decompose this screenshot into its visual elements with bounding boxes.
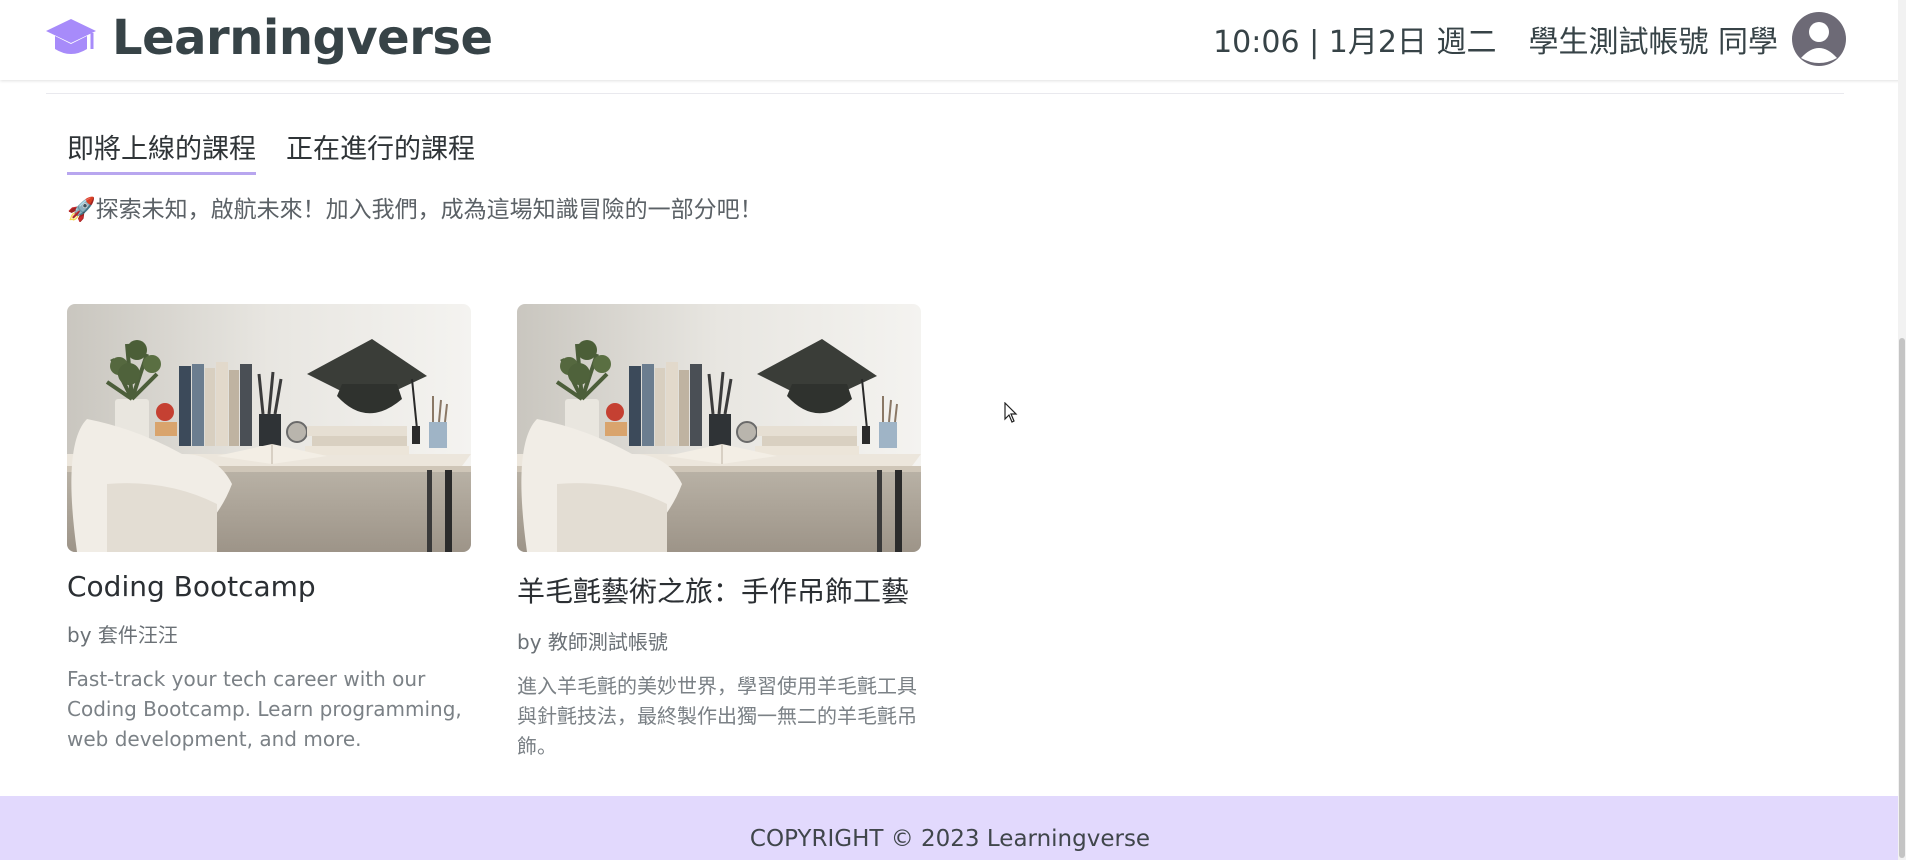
brand[interactable]: Learningverse [44, 10, 493, 66]
graduation-cap-icon [46, 19, 96, 54]
course-description: 進入羊毛氈的美妙世界，學習使用羊毛氈工具與針氈技法，最終製作出獨一無二的羊毛氈吊… [517, 674, 917, 758]
copyright-text: COPYRIGHT © 2023 Learningverse [749, 826, 1151, 852]
course-tabs: 即將上線的課程 正在進行的課程 [67, 127, 505, 175]
tab-ongoing-courses[interactable]: 正在進行的課程 [286, 127, 475, 175]
user-avatar-icon[interactable] [1792, 12, 1846, 66]
avatar-silhouette [1801, 22, 1837, 63]
top-navbar: Learningverse 10:06 | 1月2日 週二 學生測試帳號 同學 [0, 0, 1906, 80]
footer: COPYRIGHT © 2023 Learningverse [0, 796, 1906, 860]
course-image [67, 304, 471, 552]
mouse-cursor-icon [1004, 402, 1018, 423]
scrollbar-thumb[interactable] [1899, 338, 1905, 858]
header-user-area: 10:06 | 1月2日 週二 學生測試帳號 同學 [1213, 12, 1846, 66]
course-title: Coding Bootcamp [67, 570, 316, 603]
user-name[interactable]: 學生測試帳號 同學 [1528, 17, 1778, 61]
datetime-display: 10:06 | 1月2日 週二 [1213, 25, 1497, 60]
course-author: by 套件汪汪 [67, 623, 178, 647]
brand-name: Learningverse [112, 10, 493, 66]
course-card[interactable]: Coding Bootcamp by 套件汪汪 Fast-track your … [67, 304, 471, 754]
course-author: by 教師測試帳號 [517, 630, 668, 654]
tagline: 🚀探索未知，啟航未來！加入我們，成為這場知識冒險的一部分吧！ [67, 197, 763, 223]
course-title: 羊毛氈藝術之旅：手作吊飾工藝 [517, 575, 910, 608]
page: Learningverse 10:06 | 1月2日 週二 學生測試帳號 同學 … [0, 0, 1906, 860]
course-card[interactable]: 羊毛氈藝術之旅：手作吊飾工藝 by 教師測試帳號 進入羊毛氈的美妙世界，學習使用… [517, 304, 921, 761]
course-image [517, 304, 921, 552]
header-divider [46, 93, 1844, 94]
course-description: Fast-track your tech career with our Cod… [67, 667, 462, 751]
tab-upcoming-courses[interactable]: 即將上線的課程 [67, 127, 256, 175]
